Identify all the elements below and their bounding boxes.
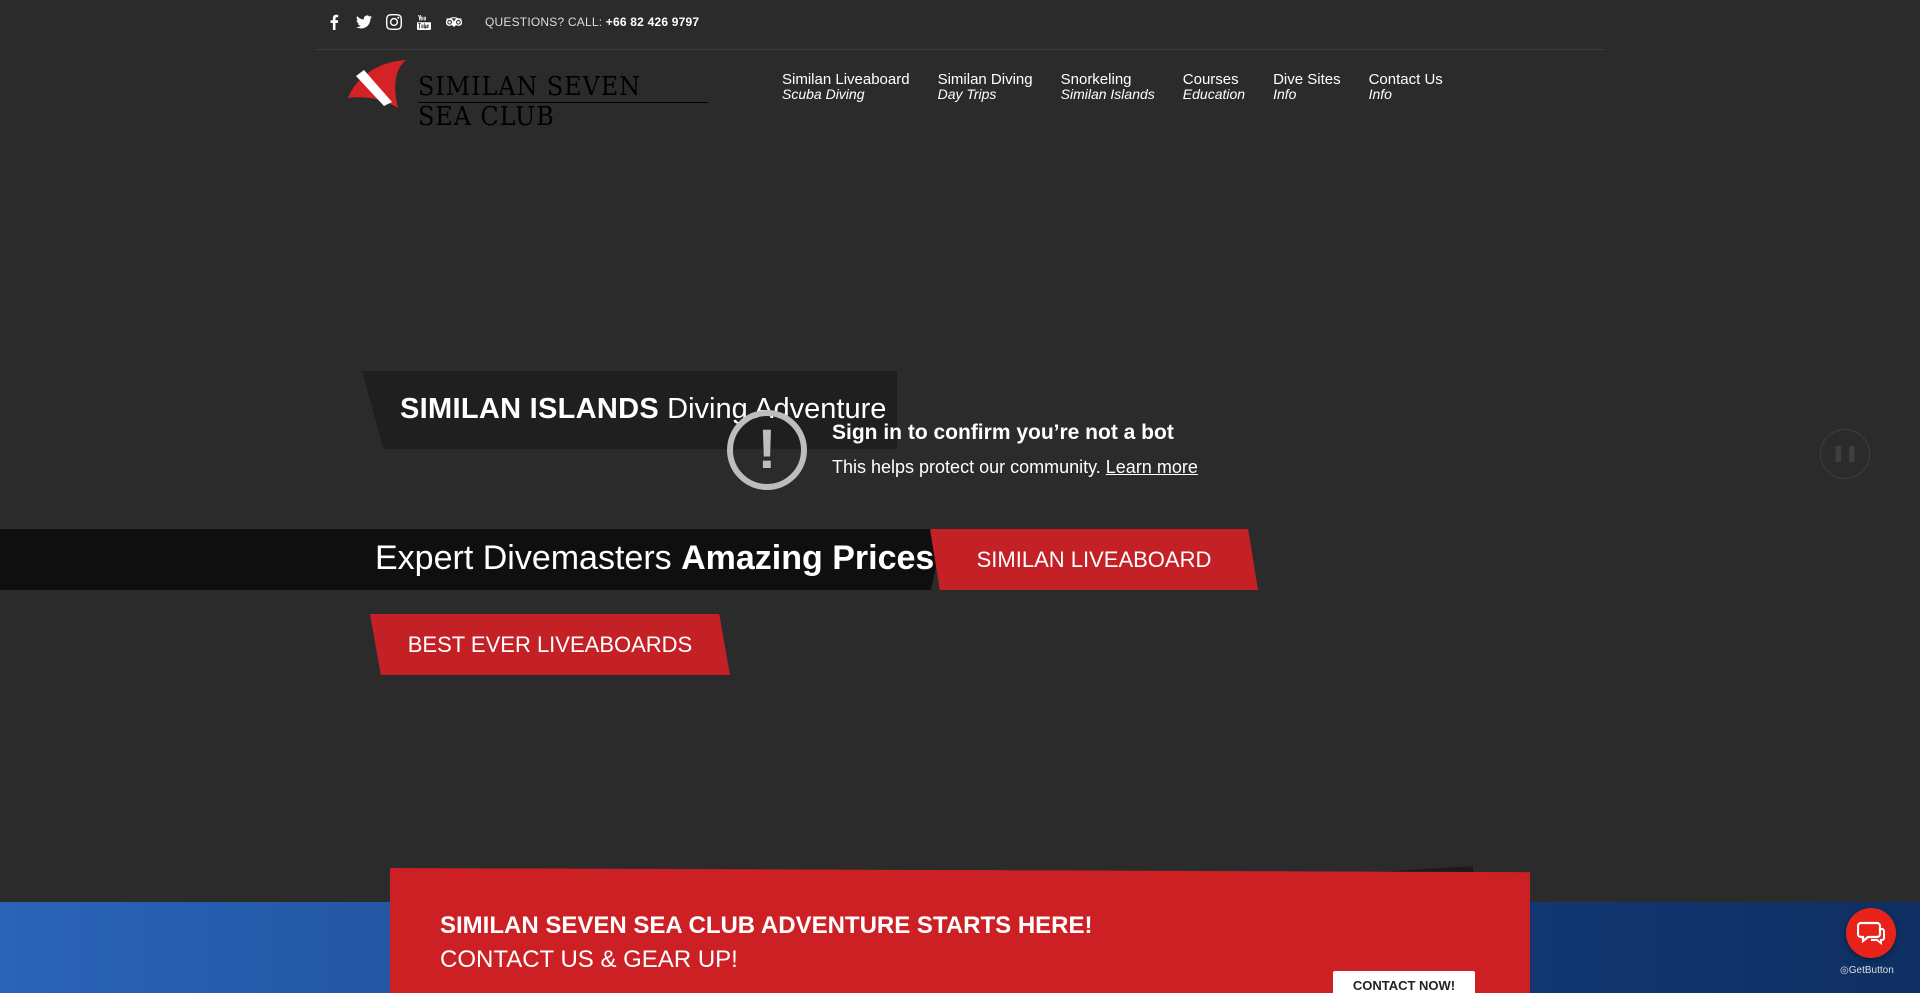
logo[interactable]: SIMILAN SEVEN SEA CLUB [346,58,716,132]
learn-more-link[interactable]: Learn more [1106,457,1198,477]
nav-item-subtitle: Info [1368,86,1392,102]
overlay-subtitle: This helps protect our community. Learn … [832,457,1198,478]
logo-underline [418,102,708,103]
nav-item-subtitle: Education [1182,86,1246,102]
twitter-icon[interactable] [355,12,373,32]
instagram-icon[interactable] [385,12,403,32]
nav-item-title: Similan Liveaboard [782,71,910,88]
nav-item-subtitle: Similan Islands [1060,86,1155,102]
main-nav: Similan Liveaboard Scuba Diving Similan … [782,72,1443,102]
facebook-icon[interactable] [325,12,343,32]
getbutton-label: GetButton [1848,965,1894,976]
getbutton-brand[interactable]: ◎GetButton [1840,965,1894,976]
top-bar: QUESTIONS? CALL: +66 82 426 9797 [315,0,1605,50]
contact-now-button[interactable]: CONTACT NOW! [1333,971,1475,993]
questions-label: QUESTIONS? CALL: [485,15,603,29]
nav-item-subtitle: Day Trips [937,86,997,102]
similan-liveaboard-button[interactable]: SIMILAN LIVEABOARD [930,529,1258,590]
pause-icon[interactable]: ❚❚ [1820,429,1870,479]
youtube-icon[interactable] [415,12,433,32]
nav-item-subtitle: Scuba Diving [782,86,865,102]
social-links [325,12,463,32]
tagline-plain: Expert Divemasters [375,539,682,577]
cta-subtitle: CONTACT US & GEAR UP! [440,946,738,973]
chat-icon [1857,921,1885,945]
getbutton-logo-icon: ◎ [1840,965,1849,976]
nav-item-subtitle: Info [1273,86,1297,102]
warning-icon: ! [727,410,807,490]
best-ever-liveaboards-button[interactable]: BEST EVER LIVEABOARDS [370,614,730,675]
hero-title-bold: SIMILAN ISLANDS [400,393,660,425]
nav-item-title: Contact Us [1368,71,1443,88]
nav-item-title: Dive Sites [1273,71,1341,88]
nav-item-similan-liveaboard[interactable]: Similan Liveaboard Scuba Diving [782,72,910,102]
nav-item-contact-us[interactable]: Contact Us Info [1369,72,1443,102]
overlay-title: Sign in to confirm you’re not a bot [832,421,1174,444]
dive-flag-icon [348,60,406,108]
tagline: Expert Divemasters Amazing Prices [375,539,934,578]
tripadvisor-icon[interactable] [445,12,463,32]
phone-info: QUESTIONS? CALL: +66 82 426 9797 [485,15,699,29]
nav-item-title: Courses [1182,71,1239,88]
nav-item-dive-sites[interactable]: Dive Sites Info [1273,72,1341,102]
tagline-bold: Amazing Prices [681,539,935,577]
nav-item-similan-diving[interactable]: Similan Diving Day Trips [938,72,1033,102]
nav-item-title: Snorkeling [1060,71,1132,88]
chat-button[interactable] [1846,908,1896,958]
overlay-subtitle-text: This helps protect our community. [832,457,1106,477]
cta-title: SIMILAN SEVEN SEA CLUB ADVENTURE STARTS … [440,912,1093,939]
nav-item-title: Similan Diving [937,71,1033,88]
nav-item-snorkeling[interactable]: Snorkeling Similan Islands [1061,72,1155,102]
hero-title: SIMILAN ISLANDS Diving Adventure [400,393,886,426]
nav-item-courses[interactable]: Courses Education [1183,72,1245,102]
phone-number[interactable]: +66 82 426 9797 [606,15,699,29]
